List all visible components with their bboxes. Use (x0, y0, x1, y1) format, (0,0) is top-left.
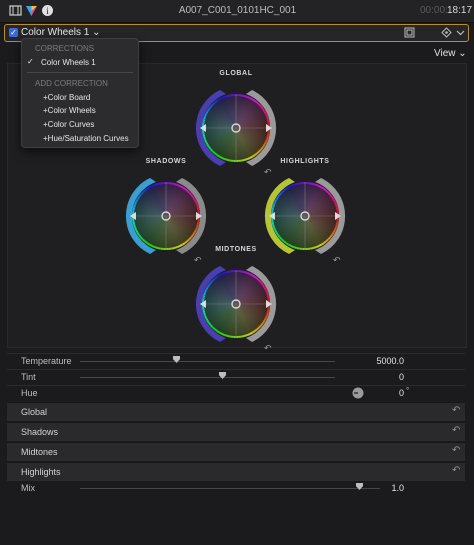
menu-item-add-hue-saturation-curves[interactable]: +Hue/Saturation Curves (43, 134, 129, 143)
hue-value[interactable]: 0 (354, 388, 404, 398)
reset-icon[interactable]: ↶ (452, 425, 460, 436)
tint-value[interactable]: 0 (354, 372, 404, 382)
section-midtones-label: Midtones (21, 447, 58, 457)
section-shadows-label: Shadows (21, 427, 59, 437)
menu-item-color-wheels-1[interactable]: Color Wheels 1 (41, 58, 96, 67)
midtones-color-wheel[interactable]: ↶ (186, 254, 286, 359)
menu-item-add-color-curves[interactable]: +Color Curves (43, 120, 94, 129)
wheel-label-global: GLOBAL (219, 70, 253, 77)
menu-divider (27, 72, 133, 73)
menu-header-corrections: CORRECTIONS (35, 44, 95, 53)
keyframe-icon[interactable] (441, 27, 452, 38)
mix-track[interactable] (80, 488, 380, 489)
section-shadows[interactable] (7, 422, 465, 441)
wheel-label-midtones: MIDTONES (215, 246, 257, 253)
checkmark-icon: ✓ (27, 57, 34, 66)
correction-enable-checkbox[interactable]: ✓ (9, 28, 18, 37)
film-strip-icon[interactable] (9, 4, 22, 17)
menu-item-add-color-wheels[interactable]: +Color Wheels (43, 106, 96, 115)
tint-track[interactable] (80, 377, 335, 378)
timecode-dim: 00:00: (420, 5, 448, 16)
hue-unit: ° (406, 386, 410, 395)
temperature-label: Temperature (21, 356, 72, 366)
section-midtones[interactable] (7, 442, 465, 461)
mix-value[interactable]: 1.0 (354, 483, 404, 493)
mask-icon[interactable] (404, 27, 415, 38)
mix-label: Mix (21, 483, 35, 493)
reset-icon[interactable]: ↶ (452, 405, 460, 416)
reset-icon[interactable]: ↶ (452, 445, 460, 456)
menu-header-add-correction: ADD CORRECTION (35, 79, 108, 88)
section-global-label: Global (21, 407, 48, 417)
color-prism-icon[interactable] (25, 4, 38, 17)
clip-name: A007_C001_0101HC_001 (178, 5, 297, 16)
wheel-label-highlights: HIGHLIGHTS (280, 158, 330, 165)
menu-item-add-color-board[interactable]: +Color Board (43, 93, 90, 102)
temperature-track[interactable] (80, 361, 335, 362)
reset-icon: ↶ (333, 256, 341, 266)
hue-label: Hue (21, 388, 38, 398)
wheel-label-shadows: SHADOWS (145, 158, 187, 165)
temperature-value[interactable]: 5000.0 (354, 356, 404, 366)
view-button[interactable]: View ⌄ (434, 48, 467, 59)
tint-label: Tint (21, 372, 36, 382)
section-highlights[interactable] (7, 462, 465, 481)
info-icon[interactable]: i (41, 4, 54, 17)
correction-selector[interactable]: Color Wheels 1 ⌄ (21, 27, 101, 38)
section-global[interactable] (7, 402, 465, 421)
chevron-down-icon[interactable] (456, 28, 465, 37)
reset-icon[interactable]: ↶ (452, 465, 460, 476)
section-highlights-label: Highlights (21, 467, 61, 477)
timecode: 18:17 (447, 5, 473, 16)
